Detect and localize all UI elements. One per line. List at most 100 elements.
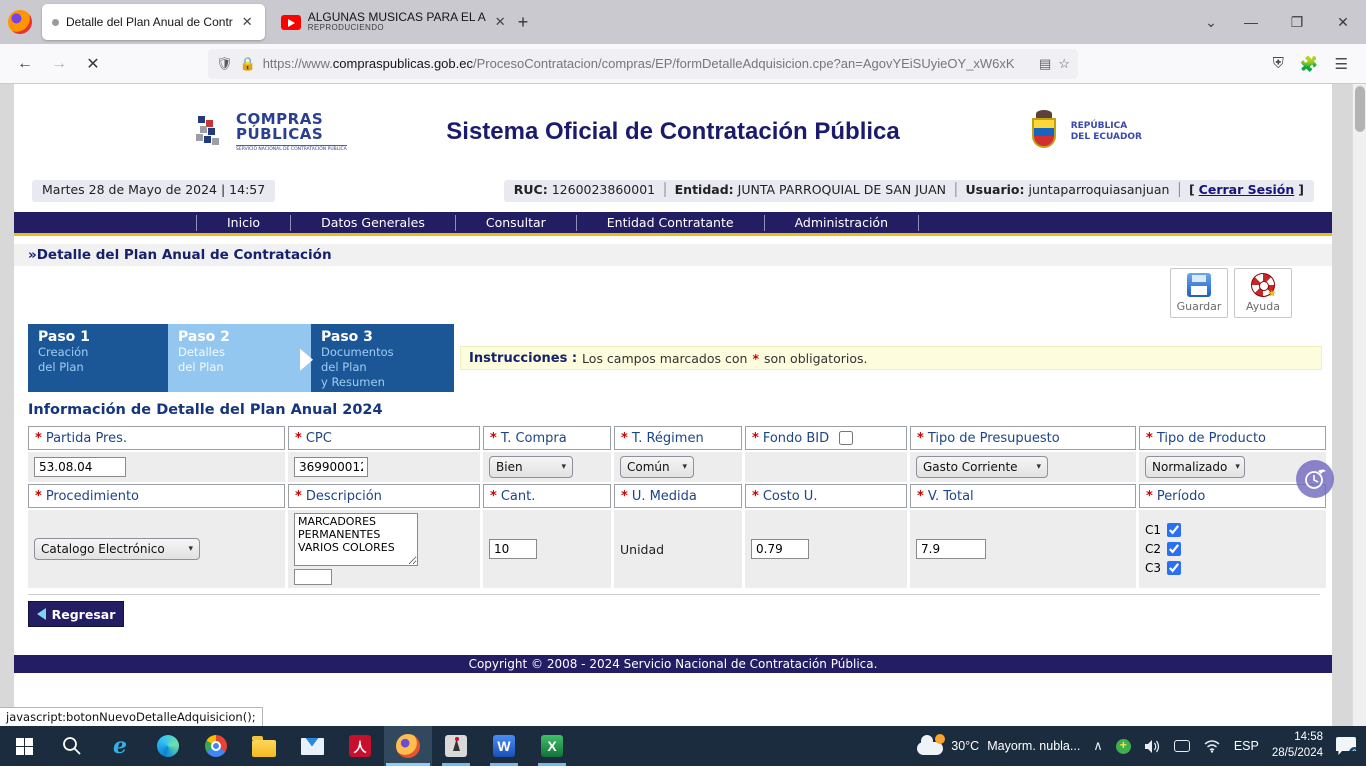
url-text[interactable]: https://www.compraspublicas.gob.ec/Proce… (263, 56, 1032, 71)
scrollbar-thumb[interactable] (1355, 86, 1365, 132)
selected-value: Normalizado (1152, 460, 1227, 474)
fondo-bid-checkbox[interactable] (839, 431, 853, 445)
forward-button[interactable]: → (44, 49, 74, 79)
procedimiento-select[interactable]: Catalogo Electrónico▾ (34, 538, 200, 560)
periodo-c2-checkbox[interactable] (1167, 542, 1181, 556)
volume-icon[interactable] (1144, 739, 1161, 754)
tab-close-icon[interactable]: ✕ (240, 14, 255, 30)
window-close-button[interactable]: ✕ (1320, 0, 1366, 44)
valor-total-input[interactable] (916, 539, 986, 559)
excel-button[interactable]: X (528, 726, 576, 766)
file-explorer-button[interactable] (240, 726, 288, 766)
hamburger-menu-icon[interactable]: ☰ (1335, 55, 1348, 73)
instructions-banner: Instrucciones : Los campos marcados con … (460, 346, 1322, 370)
search-button[interactable] (48, 726, 96, 766)
tipo-presupuesto-select[interactable]: Gasto Corriente▾ (916, 456, 1048, 478)
costo-unitario-input[interactable] (751, 539, 809, 559)
pocket-icon[interactable]: ⛨ (1273, 55, 1284, 72)
internet-explorer-button[interactable]: e (96, 726, 144, 766)
extensions-icon[interactable]: 🧩 (1300, 55, 1319, 73)
periodo-c3-checkbox[interactable] (1167, 561, 1181, 575)
word-button[interactable]: W (480, 726, 528, 766)
regresar-button[interactable]: Regresar (28, 601, 124, 627)
header-tregimen: *T. Régimen (614, 426, 742, 450)
tracking-shield-icon[interactable]: 🛡 (216, 56, 233, 72)
descripcion-textarea[interactable]: MARCADORES PERMANENTES VARIOS COLORES (294, 513, 418, 566)
header-descripcion: * Descripción (288, 484, 480, 508)
acrobat-button[interactable]: 人 (336, 726, 384, 766)
antivirus-tray-icon[interactable] (1116, 739, 1131, 754)
header-label: Descripción (306, 489, 382, 504)
user-session-chip: RUC: 1260023860001│Entidad: JUNTA PARROQ… (504, 180, 1314, 202)
list-tabs-icon[interactable]: ⌄ (1194, 0, 1228, 44)
tray-chevron-icon[interactable]: ∧ (1093, 738, 1103, 754)
menu-item-inicio[interactable]: Inicio (196, 215, 291, 231)
periodo-c1-checkbox[interactable] (1167, 523, 1181, 537)
selected-value: Común (627, 460, 670, 474)
java-app-button[interactable] (432, 726, 480, 766)
step-3-title: Paso 3 (321, 329, 444, 345)
edge-button[interactable] (144, 726, 192, 766)
required-mark: * (295, 489, 302, 504)
tab-youtube[interactable]: ALGUNAS MUSICAS PARA EL A REPRODUCIENDO … (271, 4, 506, 40)
ayuda-button[interactable]: Ayuda (1234, 268, 1292, 318)
step-1-line1: Creación (38, 345, 158, 360)
cpc-input[interactable] (294, 457, 368, 477)
umedida-value: Unidad (620, 542, 664, 557)
clock-widget[interactable]: 14:58 28/5/2024 (1272, 730, 1323, 761)
tab-close-icon[interactable]: ✕ (493, 14, 508, 30)
window-restore-button[interactable]: ❐ (1274, 0, 1320, 44)
cell-periodo: C1 C2 C3 (1139, 510, 1326, 588)
vertical-scrollbar[interactable] (1352, 84, 1366, 726)
back-button[interactable]: ← (10, 49, 40, 79)
url-domain: compraspublicas.gob.ec (333, 56, 473, 71)
partida-input[interactable] (34, 457, 126, 477)
guardar-button[interactable]: Guardar (1170, 268, 1228, 318)
header-label: Período (1157, 489, 1206, 504)
tray-time: 14:58 (1272, 730, 1323, 746)
tipo-producto-select[interactable]: Normalizado▾ (1145, 456, 1245, 478)
menu-item-administracion[interactable]: Administración (765, 215, 919, 231)
tab-plan-anual[interactable]: Detalle del Plan Anual de Contr ✕ (42, 4, 265, 40)
weather-widget[interactable]: 30°C Mayorm. nubla... (917, 737, 1080, 755)
url-bar[interactable]: 🛡 🔒 https://www.compraspublicas.gob.ec/P… (208, 49, 1078, 79)
status-bar-link-preview: javascript:botonNuevoDetalleAdquisicion(… (0, 707, 263, 726)
menu-item-datos-generales[interactable]: Datos Generales (291, 215, 456, 231)
required-mark: * (621, 489, 628, 504)
cast-display-icon[interactable] (1174, 740, 1190, 752)
chrome-button[interactable] (192, 726, 240, 766)
step-3-line1: Documentos (321, 345, 444, 360)
firefox-logo-icon[interactable] (8, 10, 32, 34)
reader-mode-icon[interactable]: ▤ (1039, 56, 1051, 72)
cant-input[interactable] (489, 539, 537, 559)
cerrar-sesion-link[interactable]: Cerrar Sesión (1199, 182, 1295, 197)
ruc-value: 1260023860001 (552, 182, 655, 197)
cell-tcompra: Bien▾ (483, 452, 611, 482)
menu-item-consultar[interactable]: Consultar (456, 215, 577, 231)
floating-clock-widget[interactable] (1296, 460, 1334, 498)
start-button[interactable] (0, 726, 48, 766)
step-2-active: Paso 2 Detalles del Plan (168, 324, 311, 392)
instructions-label: Instrucciones : (469, 351, 577, 366)
step-1: Paso 1 Creación del Plan (28, 324, 168, 392)
tcompra-select[interactable]: Bien▾ (489, 456, 573, 478)
keyboard-language[interactable]: ESP (1234, 739, 1259, 753)
mail-button[interactable] (288, 726, 336, 766)
menu-item-entidad-contratante[interactable]: Entidad Contratante (577, 215, 765, 231)
word-icon: W (493, 735, 515, 757)
chevron-down-icon: ▾ (1036, 462, 1041, 472)
header-tipo-presupuesto: *Tipo de Presupuesto (910, 426, 1136, 450)
firefox-taskbar-button[interactable] (384, 726, 432, 766)
window-minimize-button[interactable]: — (1228, 0, 1274, 44)
url-scheme: https://www. (263, 56, 333, 71)
stop-reload-button[interactable]: ✕ (78, 49, 108, 79)
bookmark-star-icon[interactable]: ☆ (1058, 56, 1070, 72)
cell-umedida: Unidad (614, 510, 742, 588)
notification-center-icon[interactable]: 3 (1336, 737, 1356, 755)
descripcion-extra-input[interactable] (294, 569, 332, 585)
tregimen-select[interactable]: Común▾ (620, 456, 694, 478)
cell-procedimiento: Catalogo Electrónico▾ (28, 510, 285, 588)
wifi-icon[interactable] (1203, 739, 1221, 753)
new-tab-button[interactable]: + (518, 12, 529, 33)
acrobat-icon: 人 (349, 735, 371, 757)
